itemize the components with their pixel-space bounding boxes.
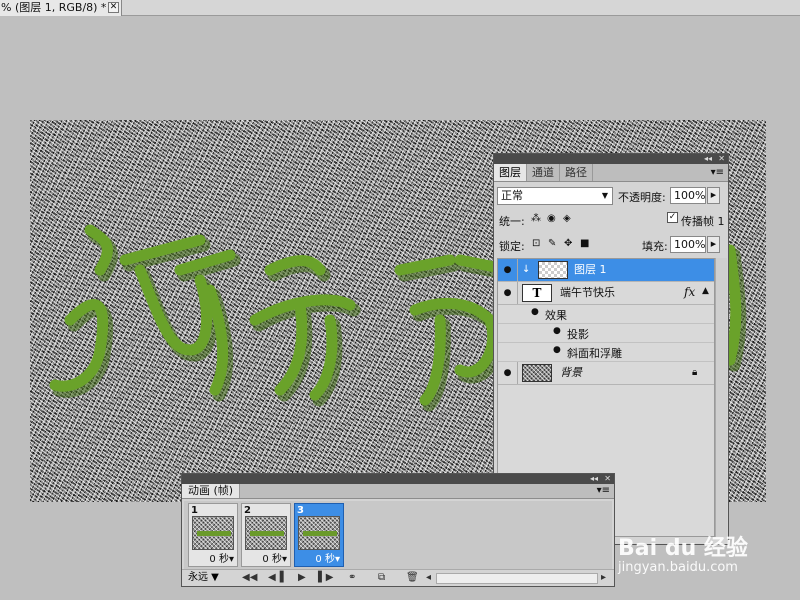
lock-position-icon[interactable]: ✥ [564, 238, 572, 250]
layer-name: 端午节快乐 [560, 286, 615, 299]
frame-thumbnail [192, 516, 234, 550]
scroll-left-icon[interactable]: ◂ [426, 571, 431, 585]
frame-delay[interactable]: 0 秒▾ [315, 550, 340, 565]
prev-frame-icon[interactable]: ◀▐ [268, 571, 283, 585]
fill-arrow-icon[interactable]: ▶ [707, 236, 720, 253]
lock-icon: 🔒︎ [692, 367, 698, 378]
loop-select[interactable]: 永远 ▼ [188, 571, 219, 585]
layer-name: 背景 [560, 366, 582, 379]
unify-position-icon[interactable]: ⁂ [531, 213, 541, 225]
lock-transparent-icon[interactable]: ⊡ [532, 238, 540, 250]
effect-name: 斜面和浮雕 [567, 347, 622, 360]
frame-2[interactable]: 2 0 秒▾ [241, 503, 291, 567]
tween-icon[interactable]: ⚭ [348, 571, 356, 585]
frame-number: 1 [191, 505, 198, 516]
eye-icon[interactable]: ● [531, 307, 539, 317]
layer-name: 图层 1 [574, 263, 607, 276]
effects-group-row[interactable]: ● 效果 [498, 305, 714, 324]
document-tab[interactable]: % (图层 1, RGB/8) * ✕ [0, 0, 122, 16]
unify-visibility-icon[interactable]: ◉ [547, 213, 556, 225]
effect-name: 投影 [567, 328, 589, 341]
animation-toolbar: 永远 ▼ ◀◀ ◀▐ ▶ ▌▶ ⚭ ⧉ 🗑︎ ◂ ▸ [182, 569, 614, 586]
frames-scrollbar[interactable] [436, 573, 598, 584]
layer-tabs: 图层 通道 路径 ▾≡ [494, 164, 728, 182]
duplicate-frame-icon[interactable]: ⧉ [378, 571, 385, 585]
lock-label: 锁定: [499, 240, 525, 253]
collapse-icon[interactable]: ◂◂ [704, 154, 712, 164]
close-icon[interactable]: ✕ [718, 154, 725, 164]
chevron-down-icon: ▼ [601, 191, 608, 200]
eye-icon[interactable]: ● [498, 282, 518, 304]
layer-row-background[interactable]: ● 背景 🔒︎ [498, 362, 714, 385]
document-tab-bar: % (图层 1, RGB/8) * ✕ [0, 0, 800, 16]
propagate-label: 传播帧 1 [681, 215, 725, 228]
link-icon: ↓ [522, 264, 531, 275]
propagate-checkbox[interactable]: ✓ [667, 212, 678, 223]
effect-row-drop-shadow[interactable]: ● 投影 [498, 324, 714, 343]
eye-icon[interactable]: ● [553, 326, 561, 336]
document-tab-title: % (图层 1, RGB/8) * [1, 1, 107, 14]
eye-icon[interactable]: ● [553, 345, 561, 355]
animation-tabs: 动画 (帧) ▾≡ [182, 484, 614, 499]
frame-number: 3 [297, 505, 304, 516]
frame-delay[interactable]: 0 秒▾ [209, 550, 234, 565]
frame-thumbnail [245, 516, 287, 550]
lock-image-icon[interactable]: ✎ [548, 238, 556, 250]
effect-row-bevel-emboss[interactable]: ● 斜面和浮雕 [498, 343, 714, 362]
fill-label: 填充: [642, 240, 668, 253]
text-layer-thumbnail: T [522, 284, 552, 302]
background-thumbnail [522, 364, 552, 382]
unify-style-icon[interactable]: ◈ [563, 213, 571, 225]
next-frame-icon[interactable]: ▌▶ [318, 571, 333, 585]
fill-field[interactable]: 100% [670, 236, 706, 253]
close-icon[interactable]: ✕ [604, 474, 611, 484]
baidu-watermark: Bai du 经验 jingyan.baidu.com [618, 530, 748, 575]
scroll-right-icon[interactable]: ▸ [601, 571, 606, 585]
baidu-logo: Bai du 经验 [618, 536, 748, 561]
watermark-url: jingyan.baidu.com [618, 560, 738, 575]
opacity-arrow-icon[interactable]: ▶ [707, 187, 720, 204]
frame-1[interactable]: 1 0 秒▾ [188, 503, 238, 567]
panel-menu-icon[interactable]: ▾≡ [711, 164, 728, 181]
eye-icon[interactable]: ● [498, 259, 518, 281]
blend-mode-select[interactable]: 正常 ▼ [497, 187, 613, 205]
unify-label: 统一: [499, 215, 525, 228]
lock-all-icon[interactable]: ■ [580, 238, 589, 250]
frames-area: 1 0 秒▾ 2 0 秒▾ 3 0 秒▾ [184, 501, 612, 569]
tab-channels[interactable]: 通道 [527, 164, 560, 181]
fx-icon[interactable]: fx [684, 285, 695, 299]
tab-layers[interactable]: 图层 [494, 164, 527, 181]
opacity-field[interactable]: 100% [670, 187, 706, 204]
layer-thumbnail [538, 261, 568, 279]
layer-row-layer1[interactable]: ● ↓ 图层 1 [498, 259, 714, 282]
close-icon[interactable]: ✕ [108, 2, 119, 13]
blend-mode-value: 正常 [501, 189, 523, 202]
expand-effects-icon[interactable]: ▲ [702, 286, 709, 296]
collapse-icon[interactable]: ◂◂ [590, 474, 598, 484]
tab-animation-frames[interactable]: 动画 (帧) [182, 484, 241, 498]
layer-list-scrollbar[interactable] [715, 258, 727, 537]
panel-titlebar[interactable]: ◂◂ ✕ [182, 474, 614, 484]
frame-3[interactable]: 3 0 秒▾ [294, 503, 344, 567]
tab-paths[interactable]: 路径 [560, 164, 593, 181]
animation-panel: ◂◂ ✕ 动画 (帧) ▾≡ 1 0 秒▾ 2 0 秒▾ 3 0 秒▾ 永远 ▼… [181, 473, 615, 587]
panel-titlebar[interactable]: ◂◂ ✕ [494, 154, 728, 164]
opacity-label: 不透明度: [618, 191, 666, 204]
frame-delay[interactable]: 0 秒▾ [262, 550, 287, 565]
first-frame-icon[interactable]: ◀◀ [242, 571, 257, 585]
panel-menu-icon[interactable]: ▾≡ [597, 484, 610, 498]
play-icon[interactable]: ▶ [298, 571, 306, 585]
frame-thumbnail [298, 516, 340, 550]
delete-frame-icon[interactable]: 🗑︎ [406, 571, 419, 585]
frame-number: 2 [244, 505, 251, 516]
eye-icon[interactable]: ● [498, 362, 518, 384]
effects-label: 效果 [545, 309, 567, 322]
layer-row-text[interactable]: ● T 端午节快乐 fx ▲ [498, 282, 714, 305]
